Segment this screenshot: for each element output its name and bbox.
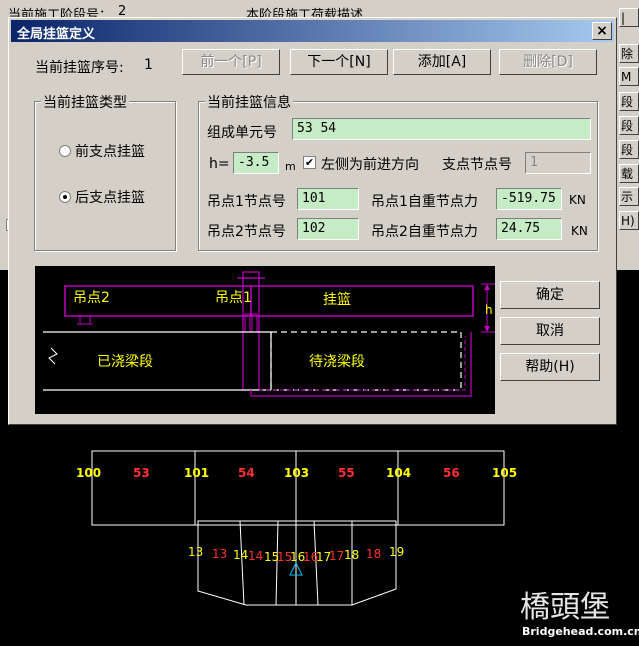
delete-button[interactable]: 删除[D] [499,49,597,75]
bg-right-button-6[interactable]: 载 [619,164,639,183]
bg-right-button-4[interactable]: 段 [619,116,639,135]
node-label: 100 [76,466,101,480]
node-label: 103 [284,466,309,480]
bg-right-button-2[interactable]: M [619,67,639,86]
cancel-button[interactable]: 取消 [500,317,600,345]
units-input[interactable]: 53 54 [292,118,591,140]
element-label: 16 [303,550,318,564]
element-label: 13 [212,547,227,561]
hang1-node-input[interactable]: 101 [297,188,359,210]
support-node-input[interactable]: 1 [525,152,591,174]
node-label: 105 [492,466,517,480]
seq-label: 当前挂篮序号: [35,60,124,76]
h-input[interactable]: -3.5 [233,152,279,174]
left-direction-label[interactable]: 左侧为前进方向 [321,154,419,174]
diagram-to-pour-label: 待浇梁段 [309,354,365,370]
gantry-info-group-title: 当前挂篮信息 [205,92,293,112]
radio-front-support[interactable] [59,145,71,157]
bg-right-button-0[interactable]: | [619,8,639,27]
bg-right-button-1[interactable]: 除 [619,44,639,63]
close-icon: × [596,23,608,39]
radio-rear-support[interactable] [59,191,71,203]
watermark-brand: 橋頭堡 [520,590,610,625]
prev-button[interactable]: 前一个[P] [182,49,280,75]
gantry-schematic: 吊点2 吊点1 挂篮 h 已浇梁段 待浇梁段 [35,266,495,414]
gantry-definition-dialog: 全局挂篮定义 × 当前挂篮序号: 1 前一个[P] 下一个[N] 添加[A] 删… [8,17,617,425]
hang2-node-input[interactable]: 102 [297,218,359,240]
hang2-force-input[interactable]: 24.75 [496,218,562,240]
hang2-node-label: 吊点2节点号 [207,224,286,240]
h-unit: m [285,160,296,173]
element-label: 56 [443,466,460,480]
gantry-schematic-svg: 吊点2 吊点1 挂篮 h 已浇梁段 待浇梁段 [43,271,495,397]
bg-right-button-8[interactable]: H) [619,211,639,230]
diagram-hang1-label: 吊点1 [215,290,252,306]
element-label: 14 [248,549,263,563]
left-direction-checkbox[interactable]: ✔ [303,156,316,169]
hang1-force-unit: KN [569,193,586,207]
gantry-type-group-title: 当前挂篮类型 [41,92,129,112]
node-label: 19 [389,545,404,559]
model-view-svg: 100 101 103 104 105 53 54 55 56 13 14 15… [76,450,639,638]
gantry-type-group [34,101,176,251]
element-label: 53 [133,466,150,480]
radio-rear-support-label[interactable]: 后支点挂篮 [75,187,145,207]
hang2-force-label: 吊点2自重节点力 [371,224,478,240]
seq-value: 1 [144,57,153,73]
units-label: 组成单元号 [207,125,277,141]
node-label: 104 [386,466,411,480]
node-label: 101 [184,466,209,480]
element-label: 17 [329,549,344,563]
hang1-force-label: 吊点1自重节点力 [371,194,478,210]
hang1-force-input[interactable]: -519.75 [496,188,562,210]
element-label: 54 [238,466,255,480]
top-beam [91,450,505,526]
node-label: 13 [188,545,203,559]
next-button[interactable]: 下一个[N] [290,49,388,75]
to-pour-segment [270,331,462,391]
element-label: 15 [277,550,292,564]
hang1-node-label: 吊点1节点号 [207,194,286,210]
node-label: 14 [233,548,248,562]
element-label: 55 [338,466,355,480]
support-node-label: 支点节点号 [442,157,512,173]
node-label: 18 [344,548,359,562]
basket-frame [64,285,474,317]
dialog-title: 全局挂篮定义 [17,27,96,42]
h-label: h= [209,156,230,172]
bg-right-button-7[interactable]: 示 [619,187,639,206]
diagram-hang2-label: 吊点2 [73,290,110,306]
bg-right-button-3[interactable]: 段 [619,92,639,111]
dialog-titlebar[interactable]: 全局挂篮定义 × [11,20,614,42]
diagram-h-label: h [485,303,493,317]
help-button[interactable]: 帮助(H) [500,353,600,381]
radio-front-support-label[interactable]: 前支点挂篮 [75,141,145,161]
diagram-poured-label: 已浇梁段 [97,354,153,370]
close-button[interactable]: × [592,22,612,40]
element-label: 18 [366,547,381,561]
watermark-url: Bridgehead.com.cn [522,625,639,638]
model-view: 100 101 103 104 105 53 54 55 56 13 14 15… [0,425,639,642]
ok-button[interactable]: 确定 [500,281,600,309]
hang2-force-unit: KN [571,224,588,238]
diagram-basket-label: 挂篮 [323,292,351,308]
bg-right-button-5[interactable]: 段 [619,140,639,159]
add-button[interactable]: 添加[A] [393,49,491,75]
